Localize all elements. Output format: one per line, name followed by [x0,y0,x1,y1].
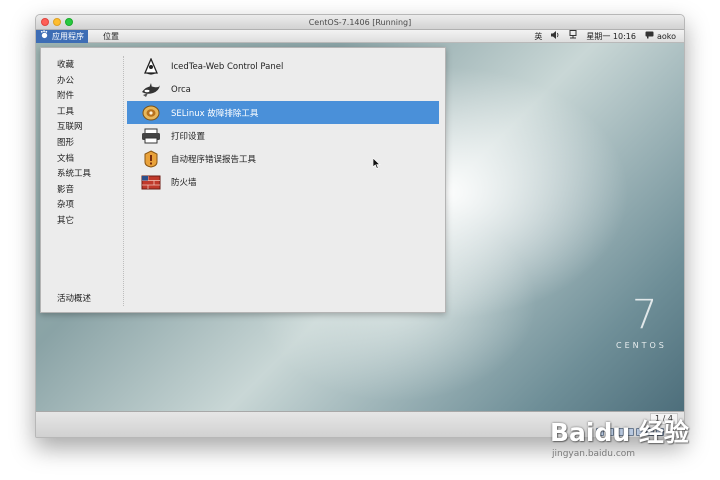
app-item-orca[interactable]: Orca [127,78,439,101]
category-item[interactable]: 文档 [57,152,117,168]
clock[interactable]: 星期一 10:16 [586,30,636,43]
category-item[interactable]: 收藏 [57,58,117,74]
category-item[interactable]: 互联网 [57,120,117,136]
menu-divider [123,56,124,306]
category-item[interactable]: 工具 [57,105,117,121]
applications-menu-panel: 收藏 办公 附件 工具 互联网 图形 文档 系统工具 影音 杂项 其它 活动概述 [40,47,446,313]
applications-menu-label: 应用程序 [52,32,84,41]
app-label: Orca [171,84,191,95]
input-method-indicator[interactable]: 英 [534,30,542,43]
gnome-foot-icon [40,30,49,43]
system-tray: 英 星期一 10:16 aoko [534,30,676,43]
app-item-bug-report[interactable]: 自动程序错误报告工具 [127,147,439,170]
centos-logo-number: 7 [632,292,658,338]
volume-icon[interactable] [551,30,560,43]
activities-overview-link[interactable]: 活动概述 [57,292,91,304]
virtualbox-window: CentOS-7.1406 [Running] 应用程序 位置 英 星期一 10… [35,14,685,438]
category-item[interactable]: 其它 [57,214,117,230]
app-label: IcedTea-Web Control Panel [171,61,284,72]
category-item[interactable]: 办公 [57,74,117,90]
firewall-icon [141,173,161,191]
selinux-icon [141,104,161,122]
app-item-icedtea[interactable]: IcedTea-Web Control Panel [127,55,439,78]
orca-icon [141,81,161,99]
user-icon [645,30,654,43]
gnome-top-bar: 应用程序 位置 英 星期一 10:16 aoko [36,30,684,43]
category-item[interactable]: 影音 [57,183,117,199]
printer-icon [141,127,161,145]
app-label: SELinux 故障排除工具 [171,108,259,119]
window-title: CentOS-7.1406 [Running] [308,18,412,27]
network-icon[interactable] [569,30,577,43]
applications-menu-button[interactable]: 应用程序 [36,30,88,43]
category-item[interactable]: 杂项 [57,198,117,214]
app-label: 防火墙 [171,177,197,188]
watermark-url: jingyan.baidu.com [552,449,636,459]
category-item[interactable]: 图形 [57,136,117,152]
centos-logo-text: CENTOS [616,341,667,350]
window-titlebar[interactable]: CentOS-7.1406 [Running] [36,15,684,30]
app-item-selinux[interactable]: SELinux 故障排除工具 [127,101,439,124]
app-label: 打印设置 [171,131,206,142]
app-list: IcedTea-Web Control Panel Orca SELinux 故… [127,55,439,193]
bug-report-icon [141,149,161,168]
places-menu-button[interactable]: 位置 [103,30,119,43]
category-item[interactable]: 系统工具 [57,167,117,183]
desktop-background: 7 CENTOS 收藏 办公 附件 工具 互联网 图形 文档 系统工具 影音 杂… [36,43,684,411]
category-list: 收藏 办公 附件 工具 互联网 图形 文档 系统工具 影音 杂项 其它 [57,58,117,230]
mouse-pointer-icon [372,154,381,173]
watermark-text: Baidu 经验 [550,418,689,447]
category-item[interactable]: 附件 [57,89,117,105]
baidu-watermark: Baidu 经验 jingyan.baidu.com [550,405,715,465]
java-icon [141,57,161,76]
username: aoko [656,32,676,41]
app-item-print-settings[interactable]: 打印设置 [127,124,439,147]
app-label: 自动程序错误报告工具 [171,154,257,165]
app-item-firewall[interactable]: 防火墙 [127,170,439,193]
user-menu[interactable]: aoko [645,30,676,43]
